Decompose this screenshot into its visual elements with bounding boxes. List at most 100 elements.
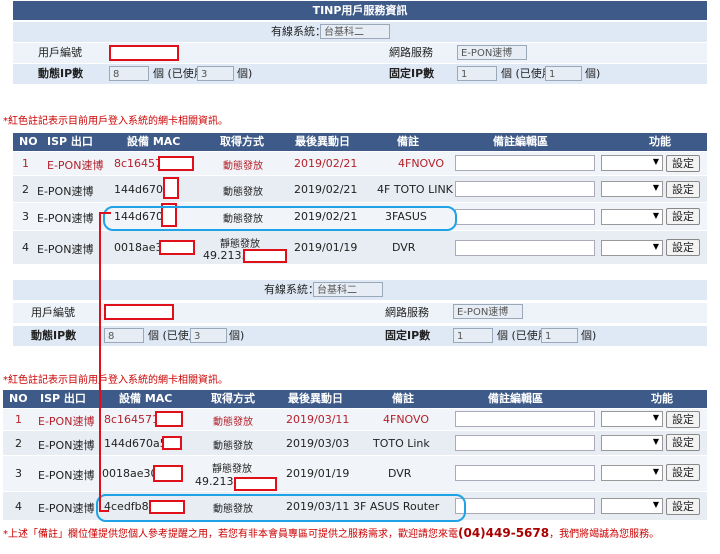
remark-edit-input[interactable] [455,209,595,225]
dynamic-ip-used-suffix: 個) [237,67,253,80]
set-button[interactable]: 設定 [666,498,700,515]
row-no: 4 [15,500,22,513]
row-method: 靜態發放 [212,464,252,475]
fixed-ip-used-suffix: 個) [585,67,601,80]
cable-system-row: 有線系統： 台基科二 [13,279,707,300]
row-date: 2019/03/11 [286,413,350,426]
row-isp: E-PON速博 [38,439,95,452]
row-date: 2019/01/19 [286,467,350,480]
dynamic-ip-count: 8 [109,66,149,81]
header-isp: ISP 出口 [47,135,93,148]
footer-phone: (04)449-5678 [458,526,550,540]
dynamic-ip-used: 3 [190,328,227,343]
highlight-ellipse [96,494,466,522]
table-row: 1 E-PON速博 8c164571 動態發放 2019/03/11 4FNOV… [3,409,707,431]
network-service-value: E-PON速博 [453,304,523,319]
remark-edit-input[interactable] [455,498,595,514]
cable-system-label: 有線系統： [264,283,319,296]
fixed-ip-count: 1 [453,328,493,343]
header-remark: 備註 [392,392,414,405]
remark-edit-input[interactable] [455,411,595,427]
row-method: 動態發放 [223,161,263,172]
row-remark: 4FNOVO [398,157,445,170]
function-select[interactable] [601,411,663,427]
cable-system-value: 台基科二 [320,24,390,39]
function-select[interactable] [601,465,663,481]
redacted-user-id [109,45,179,61]
ip-count-row: 動態IP數 8 個 (已使用 3 個) 固定IP數 1 個 (已使用 1 個) [13,63,707,84]
network-service-label: 網路服務 [389,46,433,59]
row-remark: DVR [388,467,412,480]
function-select[interactable] [601,155,663,171]
red-note: *紅色註記表示目前用戶登入系統的網卡相關資訊。 [3,375,228,386]
row-mac: 8c16457 [114,157,163,170]
fixed-ip-used: 1 [541,328,578,343]
table1-header: NO ISP 出口 設備 MAC 取得方式 最後異動日 備註 備註編輯區 功能 [13,133,707,151]
function-select[interactable] [601,240,663,256]
row-method: 靜態發放 [220,239,260,250]
row-isp: E-PON速博 [38,502,95,515]
row-remark: 4FNOVO [383,413,430,426]
redacted-mac [163,177,179,199]
annotation-line [99,212,101,512]
function-select[interactable] [601,181,663,197]
set-button[interactable]: 設定 [666,434,700,451]
function-select[interactable] [601,209,663,225]
row-isp: E-PON速博 [38,469,95,482]
header-mac: 設備 MAC [119,392,173,405]
set-button[interactable]: 設定 [666,464,700,481]
remark-edit-input[interactable] [455,240,595,256]
dynamic-ip-used: 3 [197,66,234,81]
header-no: NO [19,135,38,148]
remark-edit-input[interactable] [455,465,595,481]
fixed-ip-used: 1 [545,66,582,81]
fixed-ip-label: 固定IP數 [385,329,431,342]
header-remark: 備註 [397,135,419,148]
user-id-label: 用戶編號 [31,306,75,319]
dynamic-ip-count: 8 [104,328,144,343]
redacted-ip [243,249,287,263]
row-method: 動態發放 [213,417,253,428]
remark-edit-input[interactable] [455,155,595,171]
dynamic-ip-label: 動態IP數 [31,329,77,342]
table-row: 1 E-PON速博 8c16457 動態發放 2019/02/21 4FNOVO… [13,152,707,176]
set-button[interactable]: 設定 [666,208,700,225]
row-date: 2019/02/21 [294,157,358,170]
table-row: 3 E-PON速博 0018ae30 靜態發放 49.213 2019/01/1… [3,456,707,492]
row-ip: 49.213. [203,249,245,262]
row-mac: 144d670a5 [104,437,167,450]
header-edit: 備註編輯區 [493,135,548,148]
header-method: 取得方式 [211,392,255,405]
header-edit: 備註編輯區 [488,392,543,405]
remark-edit-input[interactable] [455,435,595,451]
footer-note: *上述「備註」欄位僅提供您個人參考提醒之用，若您有非本會員專區可提供之服務需求，… [3,525,717,540]
row-isp: E-PON速博 [37,185,94,198]
dynamic-ip-used-suffix: 個) [229,329,245,342]
set-button[interactable]: 設定 [666,411,700,428]
redacted-ip [234,477,277,491]
row-method: 動態發放 [223,187,263,198]
function-select[interactable] [601,435,663,451]
row-no: 2 [15,437,22,450]
set-button[interactable]: 設定 [666,181,700,198]
annotation-line-top [99,212,111,214]
table-row: 2 E-PON速博 144d670a5 動態發放 2019/03/03 TOTO… [3,431,707,456]
row-isp: E-PON速博 [47,159,104,172]
highlight-ellipse [103,206,457,231]
row-no: 1 [22,157,29,170]
set-button[interactable]: 設定 [666,239,700,256]
cable-system-row: 有線系統： 台基科二 [13,21,707,42]
table-row: 4 E-PON速博 0018ae3 靜態發放 49.213. 2019/01/1… [13,231,707,265]
cable-system-label: 有線系統： [271,25,326,38]
row-no: 4 [22,241,29,254]
network-service-value: E-PON速博 [457,45,527,60]
row-no: 1 [15,413,22,426]
function-select[interactable] [601,498,663,514]
header-isp: ISP 出口 [40,392,86,405]
header-func: 功能 [649,135,671,148]
set-button[interactable]: 設定 [666,155,700,172]
remark-edit-input[interactable] [455,181,595,197]
row-date: 2019/01/19 [294,241,358,254]
user-id-row: 用戶編號 網路服務 E-PON速博 [13,302,707,323]
row-isp: E-PON速博 [37,212,94,225]
